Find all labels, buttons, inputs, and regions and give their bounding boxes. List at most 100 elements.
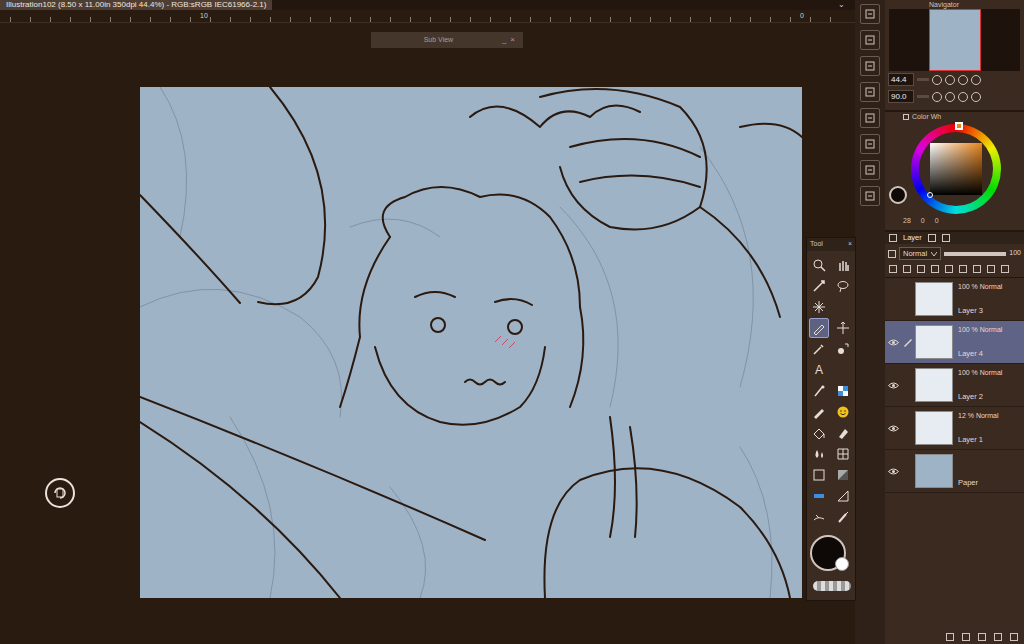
hue-ring[interactable]	[911, 124, 1001, 214]
folder-button[interactable]	[860, 186, 880, 206]
camera-button[interactable]	[860, 82, 880, 102]
rotation-slider[interactable]	[917, 95, 929, 98]
tool-button[interactable]	[809, 297, 829, 317]
close-button[interactable]: ×	[508, 34, 517, 46]
opacity-slider[interactable]	[944, 252, 1006, 256]
layer-action-icon[interactable]	[1010, 633, 1018, 641]
search-layer-tab-icon[interactable]	[942, 234, 950, 242]
layer-tool-icon[interactable]	[987, 265, 995, 273]
layer-tool-icon[interactable]	[889, 265, 897, 273]
blend-mode-select[interactable]: Normal	[899, 247, 941, 260]
main-color-swatch[interactable]	[889, 186, 907, 204]
export-button[interactable]	[860, 30, 880, 50]
tool-button[interactable]	[833, 276, 853, 296]
sub-color[interactable]	[835, 557, 849, 571]
tool-button[interactable]	[833, 360, 853, 380]
tool-button[interactable]	[833, 423, 853, 443]
layer-row[interactable]: 100 % NormalLayer 3	[885, 278, 1024, 321]
layer-property-tab-icon[interactable]	[928, 234, 936, 242]
tool-button[interactable]	[809, 444, 829, 464]
visibility-toggle[interactable]	[885, 339, 901, 346]
tool-button[interactable]	[833, 297, 853, 317]
rotation-field[interactable]: 90.0	[888, 90, 914, 103]
record-button[interactable]	[860, 108, 880, 128]
tool-button[interactable]	[809, 486, 829, 506]
drawing-canvas[interactable]	[140, 87, 802, 598]
close-doc-button[interactable]	[860, 134, 880, 154]
import-button[interactable]	[860, 56, 880, 76]
layer-row[interactable]: 100 % NormalLayer 4	[885, 321, 1024, 364]
layer-tool-icon[interactable]	[931, 265, 939, 273]
document-tab[interactable]: Illustration102 (8.50 x 11.00in 350dpi 4…	[0, 0, 272, 10]
layer-action-icon[interactable]	[978, 633, 986, 641]
visibility-toggle[interactable]	[885, 382, 901, 389]
layer-row[interactable]: 100 % NormalLayer 2	[885, 364, 1024, 407]
rotate-view-button[interactable]	[45, 478, 75, 508]
layer-tool-icon[interactable]	[903, 265, 911, 273]
tool-button[interactable]	[833, 486, 853, 506]
tool-button[interactable]	[833, 402, 853, 422]
tab-menu-button[interactable]: ⌄	[834, 0, 855, 10]
tool-button[interactable]	[809, 255, 829, 275]
tool-button[interactable]	[809, 507, 829, 527]
navigator-preview[interactable]	[889, 9, 1020, 71]
rotate-left-icon[interactable]	[932, 92, 942, 102]
close-button[interactable]: ×	[848, 239, 852, 250]
zoom-in-icon[interactable]	[945, 75, 955, 85]
layer-action-icon[interactable]	[946, 633, 954, 641]
color-marker[interactable]	[927, 192, 933, 198]
tool-button[interactable]	[809, 423, 829, 443]
tool-button[interactable]	[809, 318, 829, 338]
visibility-toggle[interactable]	[885, 425, 901, 432]
reset-icon[interactable]	[971, 75, 981, 85]
layer-name[interactable]: Paper	[958, 477, 978, 488]
layer-tool-icon[interactable]	[1001, 265, 1009, 273]
layer-name[interactable]: Layer 2	[958, 391, 1002, 402]
grid-button[interactable]	[860, 160, 880, 180]
canvas-area[interactable]	[0, 23, 855, 644]
tool-button[interactable]	[809, 339, 829, 359]
tool-button[interactable]	[809, 402, 829, 422]
tool-button[interactable]	[833, 255, 853, 275]
rotate-reset-icon[interactable]	[958, 92, 968, 102]
layer-tool-icon[interactable]	[973, 265, 981, 273]
layer-tab[interactable]: Layer	[903, 232, 922, 243]
tool-button[interactable]	[833, 339, 853, 359]
layer-action-icon[interactable]	[962, 633, 970, 641]
sub-view-window[interactable]: Sub View _ ×	[371, 32, 523, 48]
tool-button[interactable]	[833, 381, 853, 401]
zoom-slider[interactable]	[917, 78, 929, 81]
tool-button[interactable]: A	[809, 360, 829, 380]
zoom-field[interactable]: 44.4	[888, 73, 914, 86]
tool-button[interactable]	[833, 318, 853, 338]
minimize-button[interactable]: _	[500, 34, 508, 46]
layer-tool-icon[interactable]	[917, 265, 925, 273]
tool-button[interactable]	[833, 507, 853, 527]
layer-row[interactable]: 12 % NormalLayer 1	[885, 407, 1024, 450]
layer-color-icon[interactable]	[888, 250, 896, 258]
tool-button[interactable]	[809, 465, 829, 485]
tool-button[interactable]	[809, 381, 829, 401]
layer-name[interactable]: Layer 4	[958, 348, 1002, 359]
zoom-out-icon[interactable]	[932, 75, 942, 85]
transparent-color[interactable]	[813, 581, 851, 591]
tool-button[interactable]	[833, 465, 853, 485]
layer-row[interactable]: Paper	[885, 450, 1024, 493]
layer-name[interactable]: Layer 1	[958, 434, 998, 445]
save-button[interactable]	[860, 4, 880, 24]
flip-icon[interactable]	[971, 92, 981, 102]
tool-button[interactable]	[833, 444, 853, 464]
rotate-right-icon[interactable]	[945, 92, 955, 102]
layer-tool-icon[interactable]	[959, 265, 967, 273]
tool-palette[interactable]: Tool × A	[806, 237, 856, 601]
layer-name[interactable]: Layer 3	[958, 305, 1002, 316]
preview-frame[interactable]	[929, 9, 981, 71]
hue-marker[interactable]	[955, 122, 963, 130]
visibility-toggle[interactable]	[885, 468, 901, 475]
tool-button[interactable]	[809, 276, 829, 296]
fit-icon[interactable]	[958, 75, 968, 85]
opacity-value[interactable]: 100	[1009, 248, 1021, 259]
saturation-value-square[interactable]	[930, 143, 982, 195]
layer-action-icon[interactable]	[994, 633, 1002, 641]
layer-tool-icon[interactable]	[945, 265, 953, 273]
